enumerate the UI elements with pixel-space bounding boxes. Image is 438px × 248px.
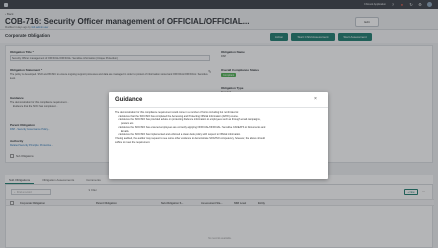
guidance-bullet-text: Evidence the SOC/ISO has ensured employe… bbox=[119, 125, 266, 129]
modal-title: Guidance bbox=[115, 97, 143, 103]
modal-body: The demonstration for this compliance re… bbox=[115, 111, 322, 144]
close-icon[interactable]: × bbox=[314, 96, 317, 102]
guidance-bullet-text: Evidence the SOC/ISO has implemented and… bbox=[119, 133, 241, 137]
modal-divider bbox=[109, 107, 328, 108]
guidance-modal: Guidance × The demonstration for this co… bbox=[109, 92, 328, 179]
guidance-outro: suffice to meet the requirement. bbox=[115, 140, 151, 144]
guidance-bullet-text: Evidence the SOC/ISO has provided advice… bbox=[119, 118, 261, 122]
guidance-bullet-text: Evidence that the SOC/ISO has completed … bbox=[119, 114, 239, 118]
